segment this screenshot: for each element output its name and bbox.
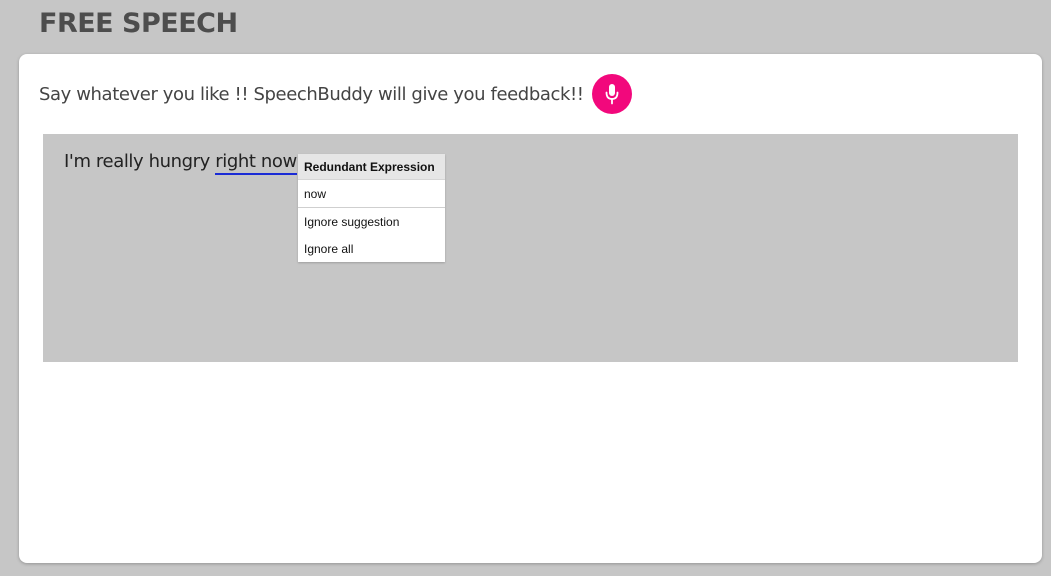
flagged-phrase[interactable]: right now bbox=[215, 151, 297, 175]
ignore-all-item[interactable]: Ignore all bbox=[298, 235, 445, 262]
microphone-icon bbox=[605, 84, 619, 105]
main-card: Say whatever you like !! SpeechBuddy wil… bbox=[19, 54, 1042, 563]
page-title: FREE SPEECH bbox=[39, 8, 238, 39]
prompt-row: Say whatever you like !! SpeechBuddy wil… bbox=[39, 74, 632, 114]
ignore-suggestion-item[interactable]: Ignore suggestion bbox=[298, 208, 445, 235]
microphone-button[interactable] bbox=[591, 74, 632, 114]
speech-text: I'm really hungry right now bbox=[64, 151, 297, 175]
speech-text-plain: I'm really hungry bbox=[64, 151, 216, 172]
prompt-text: Say whatever you like !! SpeechBuddy wil… bbox=[39, 83, 584, 105]
suggestion-popup: Redundant Expression now Ignore suggesti… bbox=[298, 154, 445, 262]
speech-text-area[interactable]: I'm really hungry right now Redundant Ex… bbox=[43, 134, 1018, 362]
suggestion-popup-title: Redundant Expression bbox=[298, 154, 445, 180]
suggestion-replacement-item[interactable]: now bbox=[298, 180, 445, 207]
